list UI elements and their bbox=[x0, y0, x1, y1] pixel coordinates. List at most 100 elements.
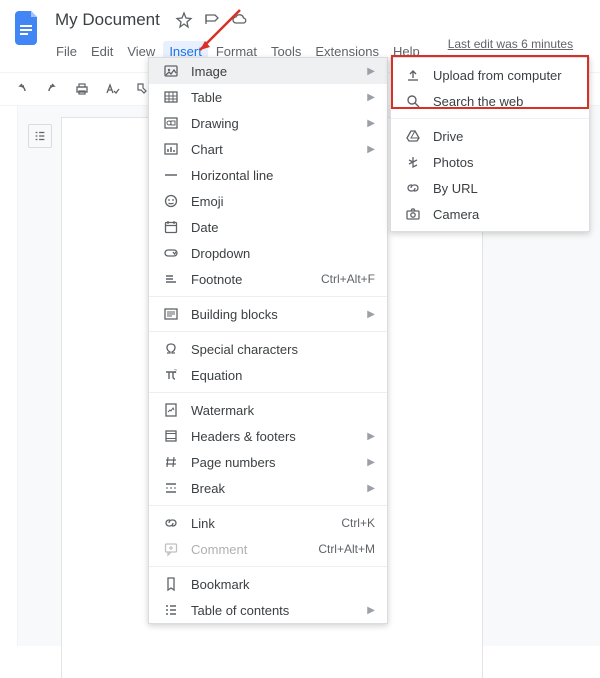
image-item-camera[interactable]: Camera bbox=[391, 201, 589, 227]
insert-item-comment: CommentCtrl+Alt+M bbox=[149, 536, 387, 562]
shortcut-hint: Ctrl+Alt+F bbox=[321, 272, 375, 286]
insert-item-emoji[interactable]: Emoji bbox=[149, 188, 387, 214]
submenu-arrow-icon: ▶ bbox=[367, 118, 375, 129]
document-title[interactable]: My Document bbox=[50, 8, 165, 32]
submenu-arrow-icon: ▶ bbox=[367, 431, 375, 442]
hr-icon bbox=[163, 167, 179, 183]
submenu-arrow-icon: ▶ bbox=[367, 144, 375, 155]
shortcut-hint: Ctrl+K bbox=[341, 516, 375, 530]
menu-item-label: Drawing bbox=[191, 116, 355, 131]
camera-icon bbox=[405, 206, 421, 222]
insert-item-table-of-contents[interactable]: Table of contents▶ bbox=[149, 597, 387, 623]
menu-item-label: Link bbox=[191, 516, 329, 531]
photos-icon bbox=[405, 154, 421, 170]
star-icon[interactable] bbox=[175, 11, 193, 29]
menu-item-label: Search the web bbox=[433, 94, 577, 109]
pi-icon bbox=[163, 367, 179, 383]
insert-item-special-characters[interactable]: Special characters bbox=[149, 336, 387, 362]
upload-icon bbox=[405, 67, 421, 83]
drawing-icon bbox=[163, 115, 179, 131]
menu-item-label: Chart bbox=[191, 142, 355, 157]
menu-item-label: Dropdown bbox=[191, 246, 375, 261]
menu-item-label: Watermark bbox=[191, 403, 375, 418]
menu-item-label: Table bbox=[191, 90, 355, 105]
menu-item-label: Comment bbox=[191, 542, 306, 557]
menu-file[interactable]: File bbox=[50, 41, 83, 62]
move-icon[interactable] bbox=[203, 11, 221, 29]
date-icon bbox=[163, 219, 179, 235]
link-icon bbox=[163, 515, 179, 531]
menu-item-label: Table of contents bbox=[191, 603, 355, 618]
insert-item-chart[interactable]: Chart ▶ bbox=[149, 136, 387, 162]
emoji-icon bbox=[163, 193, 179, 209]
drive-icon bbox=[405, 128, 421, 144]
menu-item-label: Building blocks bbox=[191, 307, 355, 322]
url-icon bbox=[405, 180, 421, 196]
redo-button[interactable] bbox=[42, 79, 62, 99]
menu-item-label: Image bbox=[191, 64, 355, 79]
menu-item-label: Footnote bbox=[191, 272, 309, 287]
insert-item-building-blocks[interactable]: Building blocks ▶ bbox=[149, 301, 387, 327]
menu-edit[interactable]: Edit bbox=[85, 41, 119, 62]
blocks-icon bbox=[163, 306, 179, 322]
watermark-icon bbox=[163, 402, 179, 418]
vertical-ruler bbox=[0, 106, 18, 646]
insert-item-headers-footers[interactable]: Headers & footers ▶ bbox=[149, 423, 387, 449]
outline-toggle-button[interactable] bbox=[28, 124, 52, 148]
submenu-arrow-icon: ▶ bbox=[367, 66, 375, 77]
menu-item-label: Equation bbox=[191, 368, 375, 383]
submenu-arrow-icon: ▶ bbox=[367, 457, 375, 468]
insert-item-bookmark[interactable]: Bookmark bbox=[149, 571, 387, 597]
break-icon bbox=[163, 480, 179, 496]
insert-item-page-numbers[interactable]: Page numbers ▶ bbox=[149, 449, 387, 475]
bookmark-icon bbox=[163, 576, 179, 592]
menu-item-label: Drive bbox=[433, 129, 577, 144]
menu-item-label: Emoji bbox=[191, 194, 375, 209]
menu-item-label: Special characters bbox=[191, 342, 375, 357]
table-icon bbox=[163, 89, 179, 105]
omega-icon bbox=[163, 341, 179, 357]
submenu-arrow-icon: ▶ bbox=[367, 483, 375, 494]
spellcheck-button[interactable] bbox=[102, 79, 122, 99]
toc-icon bbox=[163, 602, 179, 618]
image-item-search-the-web[interactable]: Search the web bbox=[391, 88, 589, 114]
image-item-upload-from-computer[interactable]: Upload from computer bbox=[391, 62, 589, 88]
menu-item-label: Headers & footers bbox=[191, 429, 355, 444]
insert-item-table[interactable]: Table ▶ bbox=[149, 84, 387, 110]
submenu-arrow-icon: ▶ bbox=[367, 92, 375, 103]
submenu-arrow-icon: ▶ bbox=[367, 309, 375, 320]
insert-item-date[interactable]: Date bbox=[149, 214, 387, 240]
insert-item-break[interactable]: Break▶ bbox=[149, 475, 387, 501]
image-icon bbox=[163, 63, 179, 79]
menu-item-label: Date bbox=[191, 220, 375, 235]
image-item-drive[interactable]: Drive bbox=[391, 123, 589, 149]
image-item-photos[interactable]: Photos bbox=[391, 149, 589, 175]
insert-item-horizontal-line[interactable]: Horizontal line bbox=[149, 162, 387, 188]
menu-item-label: Page numbers bbox=[191, 455, 355, 470]
insert-item-footnote[interactable]: Footnote Ctrl+Alt+F bbox=[149, 266, 387, 292]
insert-menu: Image ▶ Table ▶ Drawing ▶ Chart ▶ Horizontal lin… bbox=[148, 57, 388, 624]
insert-item-equation[interactable]: Equation bbox=[149, 362, 387, 388]
image-submenu: Upload from computer Search the web Drive P… bbox=[390, 57, 590, 232]
menu-item-label: Bookmark bbox=[191, 577, 375, 592]
docs-logo-icon[interactable] bbox=[12, 8, 44, 48]
hash-icon bbox=[163, 454, 179, 470]
dropdown-icon bbox=[163, 245, 179, 261]
menu-item-label: By URL bbox=[433, 181, 577, 196]
undo-button[interactable] bbox=[12, 79, 32, 99]
cloud-status-icon[interactable] bbox=[231, 11, 249, 29]
image-item-by-url[interactable]: By URL bbox=[391, 175, 589, 201]
insert-item-dropdown[interactable]: Dropdown bbox=[149, 240, 387, 266]
menu-item-label: Photos bbox=[433, 155, 577, 170]
print-button[interactable] bbox=[72, 79, 92, 99]
chart-icon bbox=[163, 141, 179, 157]
comment-icon bbox=[163, 541, 179, 557]
menu-item-label: Upload from computer bbox=[433, 68, 577, 83]
insert-item-drawing[interactable]: Drawing ▶ bbox=[149, 110, 387, 136]
insert-item-image[interactable]: Image ▶ bbox=[149, 58, 387, 84]
footnote-icon bbox=[163, 271, 179, 287]
insert-item-link[interactable]: Link Ctrl+K bbox=[149, 510, 387, 536]
menu-item-label: Horizontal line bbox=[191, 168, 375, 183]
headers-icon bbox=[163, 428, 179, 444]
insert-item-watermark[interactable]: Watermark bbox=[149, 397, 387, 423]
